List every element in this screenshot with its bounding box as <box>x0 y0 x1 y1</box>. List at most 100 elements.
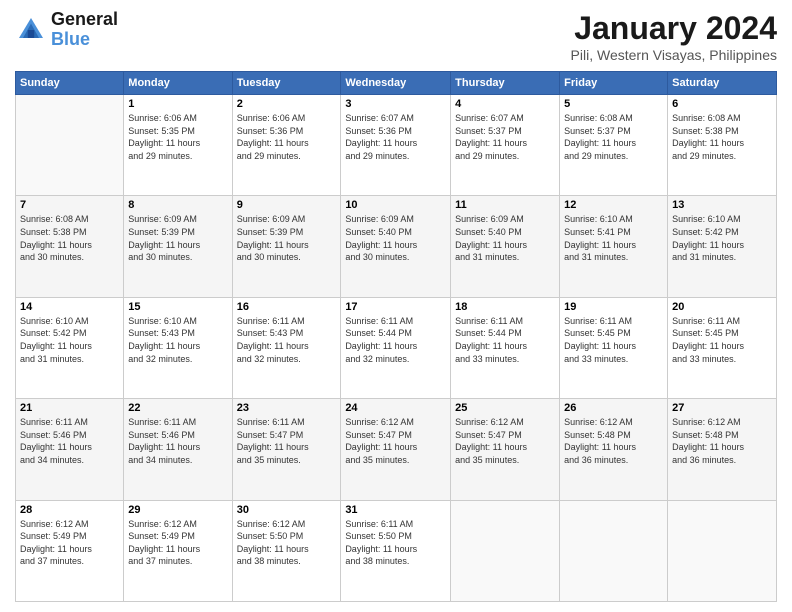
day-info: Sunrise: 6:12 AMSunset: 5:47 PMDaylight:… <box>455 416 555 466</box>
page: General Blue January 2024 Pili, Western … <box>0 0 792 612</box>
day-cell: 1Sunrise: 6:06 AMSunset: 5:35 PMDaylight… <box>124 95 232 196</box>
day-number: 19 <box>564 301 663 313</box>
day-info: Sunrise: 6:10 AMSunset: 5:43 PMDaylight:… <box>128 315 227 365</box>
day-number: 16 <box>237 301 337 313</box>
day-cell: 19 Sunrise: 6:11 AMSunset: 5:45 PMDayligh… <box>560 297 668 398</box>
col-header-friday: Friday <box>560 72 668 95</box>
day-number: 6 <box>672 98 772 110</box>
day-info: Sunrise: 6:09 AMSunset: 5:39 PMDaylight:… <box>128 213 227 263</box>
col-header-thursday: Thursday <box>451 72 560 95</box>
day-number: 23 <box>237 402 337 414</box>
day-info: Sunrise: 6:09 AMSunset: 5:40 PMDaylight:… <box>345 213 446 263</box>
day-cell <box>451 500 560 601</box>
day-number: 17 <box>345 301 446 313</box>
day-cell: 15 Sunrise: 6:10 AMSunset: 5:43 PMDayligh… <box>124 297 232 398</box>
day-cell: 3Sunrise: 6:07 AMSunset: 5:36 PMDaylight… <box>341 95 451 196</box>
day-info: Sunrise: 6:11 AMSunset: 5:46 PMDaylight:… <box>20 416 119 466</box>
day-cell: 8 Sunrise: 6:09 AMSunset: 5:39 PMDaylight… <box>124 196 232 297</box>
day-info: Sunrise: 6:11 AMSunset: 5:47 PMDaylight:… <box>237 416 337 466</box>
day-cell: 23 Sunrise: 6:11 AMSunset: 5:47 PMDayligh… <box>232 399 341 500</box>
day-number: 29 <box>128 504 227 516</box>
day-cell: 28 Sunrise: 6:12 AMSunset: 5:49 PMDayligh… <box>16 500 124 601</box>
day-info: Sunrise: 6:11 AMSunset: 5:45 PMDaylight:… <box>564 315 663 365</box>
day-cell: 13Sunrise: 6:10 AMSunset: 5:42 PMDayligh… <box>668 196 777 297</box>
day-number: 26 <box>564 402 663 414</box>
day-cell: 14Sunrise: 6:10 AMSunset: 5:42 PMDayligh… <box>16 297 124 398</box>
header: General Blue January 2024 Pili, Western … <box>15 10 777 63</box>
day-number: 4 <box>455 98 555 110</box>
day-number: 7 <box>20 199 119 211</box>
day-info: Sunrise: 6:12 AMSunset: 5:48 PMDaylight:… <box>564 416 663 466</box>
day-cell <box>16 95 124 196</box>
day-cell: 16Sunrise: 6:11 AMSunset: 5:43 PMDayligh… <box>232 297 341 398</box>
main-title: January 2024 <box>571 10 777 47</box>
logo-line1: General <box>51 10 118 30</box>
day-info: Sunrise: 6:12 AMSunset: 5:49 PMDaylight:… <box>20 518 119 568</box>
day-info: Sunrise: 6:07 AMSunset: 5:37 PMDaylight:… <box>455 112 555 162</box>
day-number: 14 <box>20 301 119 313</box>
day-info: Sunrise: 6:08 AMSunset: 5:38 PMDaylight:… <box>672 112 772 162</box>
day-cell: 2 Sunrise: 6:06 AMSunset: 5:36 PMDaylight… <box>232 95 341 196</box>
day-info: Sunrise: 6:11 AMSunset: 5:45 PMDaylight:… <box>672 315 772 365</box>
day-info: Sunrise: 6:08 AMSunset: 5:38 PMDaylight:… <box>20 213 119 263</box>
day-cell: 31Sunrise: 6:11 AMSunset: 5:50 PMDayligh… <box>341 500 451 601</box>
day-cell: 12 Sunrise: 6:10 AMSunset: 5:41 PMDayligh… <box>560 196 668 297</box>
day-info: Sunrise: 6:09 AMSunset: 5:40 PMDaylight:… <box>455 213 555 263</box>
day-number: 27 <box>672 402 772 414</box>
day-number: 5 <box>564 98 663 110</box>
day-cell: 7 Sunrise: 6:08 AMSunset: 5:38 PMDaylight… <box>16 196 124 297</box>
day-cell: 4 Sunrise: 6:07 AMSunset: 5:37 PMDaylight… <box>451 95 560 196</box>
day-cell: 30Sunrise: 6:12 AMSunset: 5:50 PMDayligh… <box>232 500 341 601</box>
day-info: Sunrise: 6:12 AMSunset: 5:50 PMDaylight:… <box>237 518 337 568</box>
day-info: Sunrise: 6:06 AMSunset: 5:35 PMDaylight:… <box>128 112 227 162</box>
week-row-3: 14Sunrise: 6:10 AMSunset: 5:42 PMDayligh… <box>16 297 777 398</box>
day-info: Sunrise: 6:12 AMSunset: 5:49 PMDaylight:… <box>128 518 227 568</box>
day-number: 28 <box>20 504 119 516</box>
logo-text: General Blue <box>51 10 118 50</box>
week-row-4: 21 Sunrise: 6:11 AMSunset: 5:46 PMDayligh… <box>16 399 777 500</box>
day-number: 10 <box>345 199 446 211</box>
day-cell: 20 Sunrise: 6:11 AMSunset: 5:45 PMDayligh… <box>668 297 777 398</box>
col-header-monday: Monday <box>124 72 232 95</box>
day-number: 24 <box>345 402 446 414</box>
day-number: 9 <box>237 199 337 211</box>
day-cell: 5Sunrise: 6:08 AMSunset: 5:37 PMDaylight… <box>560 95 668 196</box>
subtitle: Pili, Western Visayas, Philippines <box>571 47 777 63</box>
day-number: 20 <box>672 301 772 313</box>
day-number: 25 <box>455 402 555 414</box>
day-number: 12 <box>564 199 663 211</box>
day-info: Sunrise: 6:12 AMSunset: 5:48 PMDaylight:… <box>672 416 772 466</box>
day-cell: 9 Sunrise: 6:09 AMSunset: 5:39 PMDaylight… <box>232 196 341 297</box>
day-cell: 21 Sunrise: 6:11 AMSunset: 5:46 PMDayligh… <box>16 399 124 500</box>
day-info: Sunrise: 6:06 AMSunset: 5:36 PMDaylight:… <box>237 112 337 162</box>
day-number: 8 <box>128 199 227 211</box>
day-number: 21 <box>20 402 119 414</box>
day-number: 18 <box>455 301 555 313</box>
header-row: SundayMondayTuesdayWednesdayThursdayFrid… <box>16 72 777 95</box>
day-info: Sunrise: 6:12 AMSunset: 5:47 PMDaylight:… <box>345 416 446 466</box>
day-cell: 26 Sunrise: 6:12 AMSunset: 5:48 PMDayligh… <box>560 399 668 500</box>
day-cell: 10 Sunrise: 6:09 AMSunset: 5:40 PMDayligh… <box>341 196 451 297</box>
day-number: 15 <box>128 301 227 313</box>
day-cell: 17Sunrise: 6:11 AMSunset: 5:44 PMDayligh… <box>341 297 451 398</box>
day-cell <box>560 500 668 601</box>
day-cell: 25 Sunrise: 6:12 AMSunset: 5:47 PMDayligh… <box>451 399 560 500</box>
logo-line2: Blue <box>51 30 118 50</box>
day-cell: 27 Sunrise: 6:12 AMSunset: 5:48 PMDayligh… <box>668 399 777 500</box>
day-info: Sunrise: 6:10 AMSunset: 5:41 PMDaylight:… <box>564 213 663 263</box>
day-cell: 11 Sunrise: 6:09 AMSunset: 5:40 PMDayligh… <box>451 196 560 297</box>
day-info: Sunrise: 6:09 AMSunset: 5:39 PMDaylight:… <box>237 213 337 263</box>
day-cell: 24 Sunrise: 6:12 AMSunset: 5:47 PMDayligh… <box>341 399 451 500</box>
title-block: January 2024 Pili, Western Visayas, Phil… <box>571 10 777 63</box>
col-header-sunday: Sunday <box>16 72 124 95</box>
logo-icon <box>15 14 47 46</box>
logo: General Blue <box>15 10 118 50</box>
week-row-1: 1Sunrise: 6:06 AMSunset: 5:35 PMDaylight… <box>16 95 777 196</box>
day-number: 2 <box>237 98 337 110</box>
day-number: 31 <box>345 504 446 516</box>
calendar-table: SundayMondayTuesdayWednesdayThursdayFrid… <box>15 71 777 602</box>
day-number: 11 <box>455 199 555 211</box>
week-row-5: 28 Sunrise: 6:12 AMSunset: 5:49 PMDayligh… <box>16 500 777 601</box>
day-cell: 18Sunrise: 6:11 AMSunset: 5:44 PMDayligh… <box>451 297 560 398</box>
week-row-2: 7 Sunrise: 6:08 AMSunset: 5:38 PMDaylight… <box>16 196 777 297</box>
